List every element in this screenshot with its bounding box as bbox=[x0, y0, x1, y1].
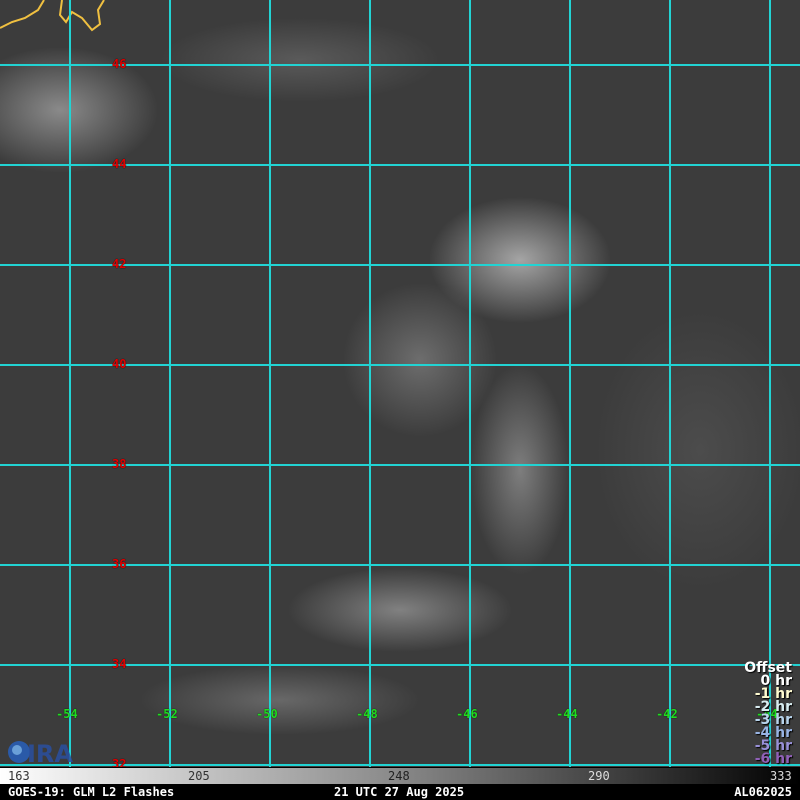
storm-id: AL062025 bbox=[734, 785, 792, 799]
longitude-line bbox=[169, 0, 171, 767]
colorbar-tick: 163 bbox=[8, 769, 30, 783]
colorbar-tick: 333 bbox=[770, 769, 792, 783]
latitude-label: 32 bbox=[112, 757, 127, 767]
time-label: 21 UTC 27 Aug 2025 bbox=[334, 785, 465, 799]
latitude-label: 42 bbox=[112, 257, 127, 271]
longitude-label: -52 bbox=[156, 707, 178, 721]
longitude-label: -46 bbox=[456, 707, 478, 721]
longitude-line bbox=[369, 0, 371, 767]
longitude-label: -44 bbox=[556, 707, 578, 721]
latitude-label: 34 bbox=[112, 657, 127, 671]
longitude-line bbox=[669, 0, 671, 767]
longitude-line bbox=[269, 0, 271, 767]
coastline bbox=[0, 0, 105, 32]
color-bar: 163 205 248 290 333 bbox=[0, 767, 800, 784]
colorbar-tick: 290 bbox=[588, 769, 610, 783]
latitude-label: 46 bbox=[112, 57, 127, 71]
cira-logo: IRA bbox=[5, 738, 73, 767]
product-label: GOES-19: GLM L2 Flashes bbox=[8, 785, 175, 799]
longitude-line bbox=[569, 0, 571, 767]
satellite-map: -54 -52 -50 -48 -46 -44 -42 -44 46 44 42 40 38 36 34 32… bbox=[0, 0, 800, 767]
longitude-line bbox=[69, 0, 71, 767]
longitude-label: -42 bbox=[656, 707, 678, 721]
latitude-label: 36 bbox=[112, 557, 127, 571]
colorbar-tick: 248 bbox=[388, 769, 410, 783]
offset-legend: Offset 0 hr -1 hr -2 hr -3 hr -4 hr -5 hr -6 h… bbox=[744, 661, 792, 767]
longitude-label: -48 bbox=[356, 707, 378, 721]
legend-item: -6 hr bbox=[754, 751, 792, 767]
longitude-line bbox=[769, 0, 771, 767]
longitude-label: -54 bbox=[56, 707, 78, 721]
latitude-label: 44 bbox=[112, 157, 127, 171]
latitude-label: 40 bbox=[112, 357, 127, 371]
colorbar-tick: 205 bbox=[188, 769, 210, 783]
longitude-line bbox=[469, 0, 471, 767]
svg-text:IRA: IRA bbox=[27, 740, 73, 766]
footer: GOES-19: GLM L2 Flashes 21 UTC 27 Aug 20… bbox=[0, 784, 800, 800]
longitude-label: -50 bbox=[256, 707, 278, 721]
latitude-label: 38 bbox=[112, 457, 127, 471]
